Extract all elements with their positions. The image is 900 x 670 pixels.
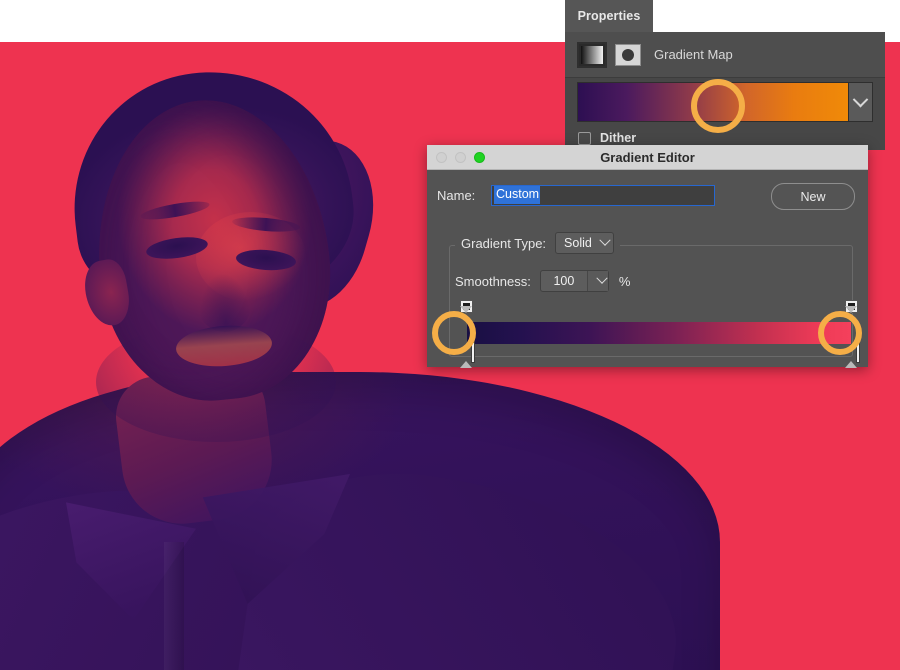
color-stop-pointer-icon (845, 344, 857, 368)
new-button-label: New (800, 189, 826, 204)
dither-label: Dither (600, 131, 637, 145)
color-stop-left[interactable] (460, 342, 475, 368)
gradient-type-label: Gradient Type: (461, 235, 547, 251)
name-row: Name: Custom New (427, 180, 868, 210)
chevron-down-icon (596, 272, 609, 284)
gradient-thumbnail-icon[interactable] (579, 43, 605, 66)
gradient-preset-dropdown-button[interactable] (849, 82, 873, 122)
gradient-ramp-area (449, 300, 860, 368)
gradient-editor-titlebar[interactable]: Gradient Editor (427, 145, 868, 170)
chevron-down-icon (852, 91, 869, 107)
name-label: Name: (437, 187, 476, 203)
smoothness-label: Smoothness: (455, 273, 531, 289)
screenshot-root: Properties Gradient Map Dither Gradient … (0, 0, 900, 670)
chevron-down-icon (599, 234, 611, 246)
tab-properties[interactable]: Properties (565, 0, 653, 32)
gradient-type-row: Gradient Type: Solid (455, 232, 620, 254)
portrait-jaw-shadow (96, 322, 336, 442)
dither-checkbox[interactable] (578, 131, 591, 145)
gradient-type-value: Solid (564, 236, 592, 250)
smoothness-unit: % (618, 273, 631, 289)
gradient-editor-title: Gradient Editor (600, 149, 695, 165)
properties-panel: Properties Gradient Map Dither (565, 0, 885, 150)
layer-mask-icon[interactable] (615, 43, 641, 66)
opacity-stop-left[interactable] (460, 300, 475, 330)
gradient-type-select[interactable]: Solid (555, 232, 614, 254)
smoothness-value: 100 (553, 274, 575, 288)
color-stop-right[interactable] (845, 342, 860, 368)
tab-properties-label: Properties (577, 9, 641, 23)
gradient-name-value: Custom (494, 186, 541, 204)
gradient-editor-content: Name: Custom New Gradient Type: Solid Sm… (427, 170, 868, 368)
gradient-ramp-preview[interactable] (467, 322, 851, 344)
gradient-preview-row (565, 78, 885, 126)
new-button[interactable]: New (771, 183, 855, 210)
properties-tab-strip: Properties (565, 0, 885, 32)
portrait-shirt-placket (164, 542, 184, 670)
adjustment-header: Gradient Map (565, 32, 885, 78)
smoothness-dropdown-button[interactable] (586, 271, 609, 291)
color-stop-swatch (471, 342, 475, 363)
adjustment-title: Gradient Map (654, 47, 733, 62)
opacity-stop-right[interactable] (845, 300, 860, 330)
gradient-editor-dialog: Gradient Editor Name: Custom New Gradien… (427, 145, 868, 368)
color-stop-swatch (856, 342, 860, 363)
smoothness-row: Smoothness: 100 % (455, 270, 630, 292)
gradient-name-input[interactable]: Custom (491, 184, 715, 206)
color-stop-pointer-icon (460, 344, 472, 368)
gradient-preview-swatch[interactable] (577, 82, 849, 122)
properties-panel-body: Gradient Map Dither (565, 32, 885, 150)
smoothness-stepper[interactable]: 100 (539, 270, 609, 292)
